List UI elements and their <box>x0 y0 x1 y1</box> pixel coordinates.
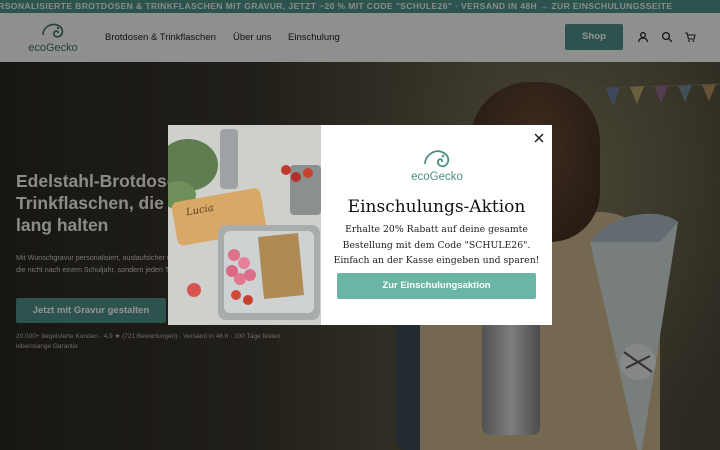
lunchbox-illustration <box>168 125 321 325</box>
modal-title: Einschulungs-Aktion <box>347 197 526 217</box>
modal-logo-text: ecoGecko <box>411 171 463 183</box>
modal-text-line-3: Einfach an der Kasse eingeben und sparen… <box>333 255 540 266</box>
modal-logo: ecoGecko <box>407 147 467 187</box>
modal-text-line-2: Bestellung mit dem Code "SCHULE26". <box>342 239 531 251</box>
promo-modal: Lucia ecoGecko Einschulungs-Aktion Erhal… <box>168 125 552 325</box>
modal-text: Erhalte 20% Rabatt auf deine gesamte Bes… <box>331 222 542 269</box>
lunchbox-product-image: Lucia <box>168 125 321 325</box>
close-icon[interactable] <box>532 131 546 145</box>
gecko-logo-icon <box>424 150 450 168</box>
modal-text-line-1: Erhalte 20% Rabatt auf deine gesamte <box>345 224 528 235</box>
modal-content: ecoGecko Einschulungs-Aktion Erhalte 20%… <box>321 125 552 325</box>
promo-cta-button[interactable]: Zur Einschulungsaktion <box>337 273 536 299</box>
